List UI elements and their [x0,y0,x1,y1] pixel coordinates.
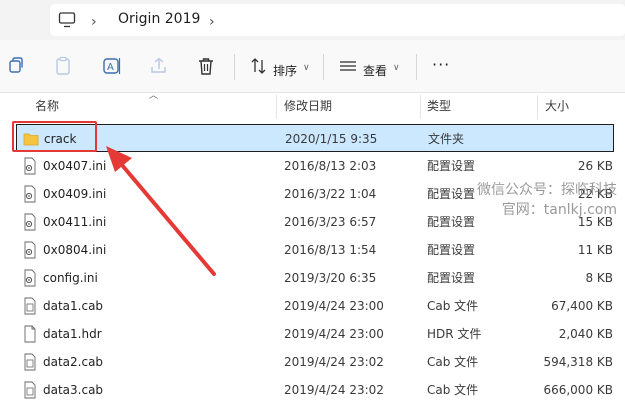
breadcrumb-origin-2019[interactable]: Origin 2019 [118,11,200,27]
view-label: 查看 [363,64,388,78]
file-type: HDR 文件 [427,327,482,341]
toolbar-divider [234,54,235,80]
column-divider[interactable] [537,95,538,119]
file-row[interactable]: 0x0407.ini 2016/8/13 2:03 配置设置 26 KB [0,152,625,180]
trash-icon[interactable] [195,55,217,77]
file-size: 67,400 KB [551,299,613,313]
view-list-icon [340,61,356,71]
address-bar[interactable]: › Origin 2019 › [50,4,625,36]
copy-icon[interactable] [5,55,27,77]
watermark: 微信公众号：探临科技 官网：tanlkj.com [477,180,617,220]
watermark-wechat: 微信公众号：探临科技 [477,182,617,198]
file-type: 配置设置 [427,159,476,173]
file-name: 0x0409.ini [43,187,107,201]
file-date: 2016/8/13 1:54 [284,243,377,257]
file-date: 2019/3/20 6:35 [284,271,377,285]
column-divider[interactable] [276,95,277,119]
column-divider[interactable] [420,95,421,119]
file-size: 594,318 KB [543,355,613,369]
file-size: 666,000 KB [543,383,613,397]
file-type: 配置设置 [427,271,476,285]
file-size: 2,040 KB [558,327,613,341]
more-options-icon[interactable]: ··· [432,55,450,74]
rename-icon[interactable]: A [101,55,123,77]
file-size: 8 KB [585,271,613,285]
ini-file-icon [24,213,36,231]
column-header: ︿ 名称 修改日期 类型 大小 [0,91,625,120]
file-name: data2.cab [43,355,104,369]
ini-file-icon [24,185,36,203]
watermark-website: 官网：tanlkj.com [501,202,617,218]
cab-file-icon [24,297,36,315]
highlight-box [12,121,97,152]
file-name: data1.cab [43,299,104,313]
sort-ascending-icon: ︿ [149,91,159,101]
file-type: Cab 文件 [427,299,479,313]
ini-file-icon [24,241,36,259]
share-icon[interactable] [148,55,170,77]
file-row[interactable]: config.ini 2019/3/20 6:35 配置设置 8 KB [0,264,625,292]
sort-icon [251,58,266,74]
file-name: 0x0804.ini [43,243,107,257]
file-type: 文件夹 [428,132,465,146]
toolbar-divider [323,54,324,80]
toolbar-divider [416,54,417,80]
chevron-right-icon[interactable]: › [91,14,97,30]
column-name[interactable]: 名称 [35,93,59,120]
chevron-down-icon: ∨ [393,63,400,73]
file-size: 11 KB [577,243,613,257]
file-type: 配置设置 [427,215,476,229]
column-type[interactable]: 类型 [427,93,451,120]
file-row[interactable]: data3.cab 2019/4/24 23:02 Cab 文件 666,000… [0,376,625,404]
cab-file-icon [24,381,36,399]
sort-label: 排序 [273,64,298,78]
file-name: 0x0411.ini [43,215,107,229]
file-size: 26 KB [577,159,613,173]
command-toolbar: A 排序 ∨ 查看 ∨ ··· [0,40,625,93]
file-row[interactable]: data1.cab 2019/4/24 23:00 Cab 文件 67,400 … [0,292,625,320]
cab-file-icon [24,353,36,371]
file-name: data1.hdr [43,327,102,341]
file-date: 2019/4/24 23:00 [284,299,384,313]
chevron-down-icon: ∨ [303,63,310,73]
svg-text:A: A [107,62,114,73]
file-date: 2016/3/23 6:57 [284,215,377,229]
file-type: 配置设置 [427,243,476,257]
file-date: 2019/4/24 23:02 [284,383,384,397]
ini-file-icon [24,269,36,287]
file-name: config.ini [43,271,98,285]
chevron-right-icon[interactable]: › [209,14,215,30]
column-date[interactable]: 修改日期 [284,93,332,120]
file-date: 2019/4/24 23:02 [284,355,384,369]
file-row[interactable]: data2.cab 2019/4/24 23:02 Cab 文件 594,318… [0,348,625,376]
file-row[interactable]: 0x0804.ini 2016/8/13 1:54 配置设置 11 KB [0,236,625,264]
file-date: 2019/4/24 23:00 [284,327,384,341]
file-date: 2016/8/13 2:03 [284,159,377,173]
column-size[interactable]: 大小 [545,93,569,120]
ini-file-icon [24,157,36,175]
file-type: 配置设置 [427,187,476,201]
file-icon [24,325,36,343]
paste-icon[interactable] [52,55,74,77]
file-name: 0x0407.ini [43,159,107,173]
file-row-crack[interactable]: crack 2020/1/15 9:35 文件夹 [16,124,614,152]
file-type: Cab 文件 [427,383,479,397]
file-date: 2016/3/22 1:04 [284,187,377,201]
file-name: data3.cab [43,383,104,397]
computer-icon[interactable] [58,11,76,29]
file-row[interactable]: data1.hdr 2019/4/24 23:00 HDR 文件 2,040 K… [0,320,625,348]
address-bar-area: › Origin 2019 › [0,0,625,40]
file-type: Cab 文件 [427,355,479,369]
file-date: 2020/1/15 9:35 [285,132,378,146]
